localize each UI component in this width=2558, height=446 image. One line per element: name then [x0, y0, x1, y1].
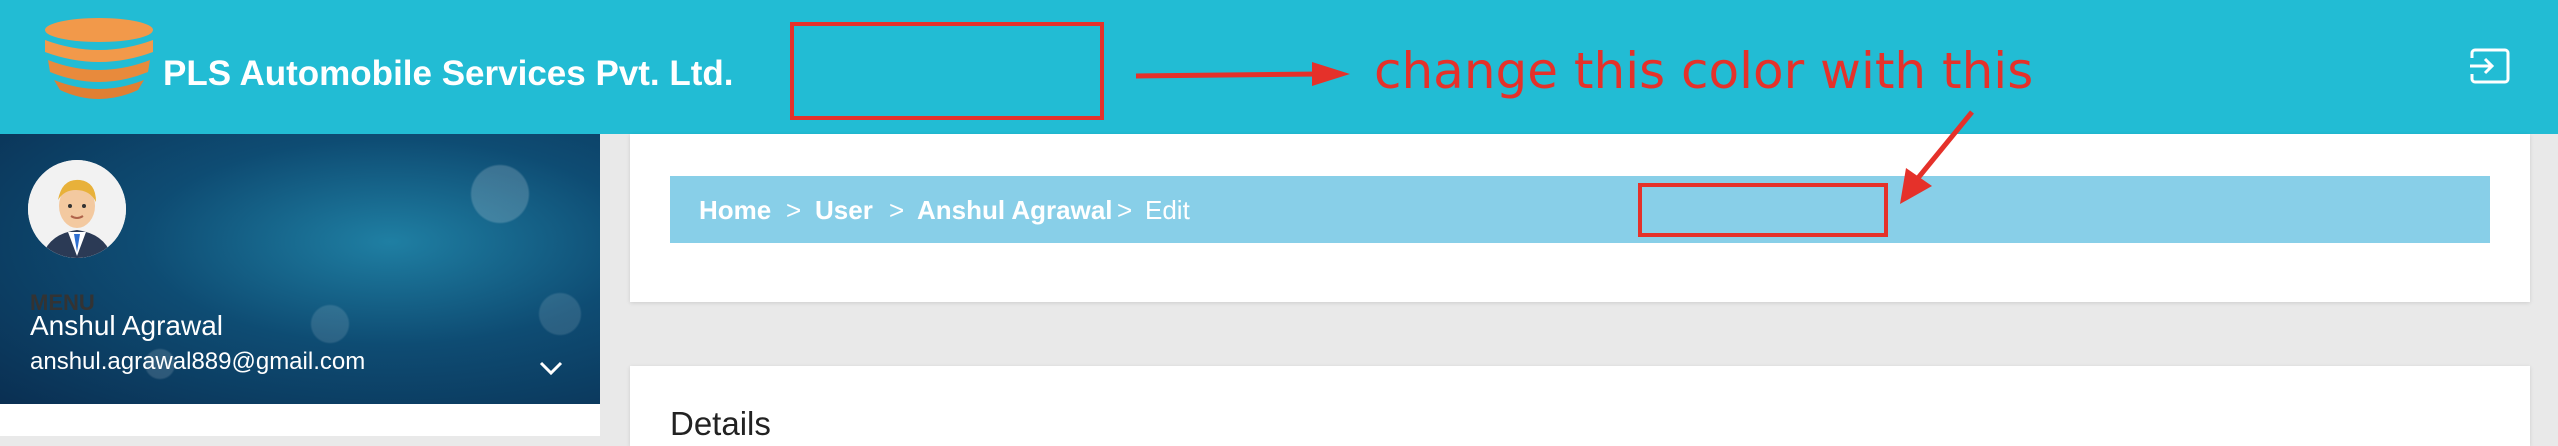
avatar[interactable]	[28, 160, 126, 258]
annotation-box-breadcrumb	[1638, 183, 1888, 237]
breadcrumb-separator: >	[889, 195, 905, 225]
breadcrumb-separator: >	[786, 195, 802, 225]
breadcrumb-user-name[interactable]: Anshul Agrawal	[917, 195, 1113, 226]
annotation-box-header	[790, 22, 1104, 120]
brand-title: PLS Automobile Services Pvt. Ltd.	[163, 54, 734, 93]
menu-header	[0, 404, 600, 436]
avatar-image	[28, 160, 126, 258]
breadcrumb-current: Edit	[1145, 195, 1190, 225]
user-profile-panel: Anshul Agrawal anshul.agrawal889@gmail.c…	[0, 134, 600, 404]
breadcrumb-home[interactable]: Home	[699, 195, 771, 226]
details-card	[630, 366, 2530, 446]
logo-icon	[45, 18, 153, 99]
annotation-text: change this color with this	[1374, 42, 2034, 100]
top-app-bar: PLS Automobile Services Pvt. Ltd.	[0, 0, 2558, 134]
chevron-down-icon[interactable]	[536, 356, 566, 380]
user-email: anshul.agrawal889@gmail.com	[30, 348, 366, 375]
details-heading: Details	[670, 405, 771, 442]
breadcrumb-user[interactable]: User	[815, 195, 873, 226]
menu-label: MENU	[30, 290, 95, 315]
sidebar: Anshul Agrawal anshul.agrawal889@gmail.c…	[0, 134, 600, 436]
breadcrumb-separator: >	[1117, 195, 1133, 225]
logout-icon[interactable]	[2468, 44, 2512, 88]
